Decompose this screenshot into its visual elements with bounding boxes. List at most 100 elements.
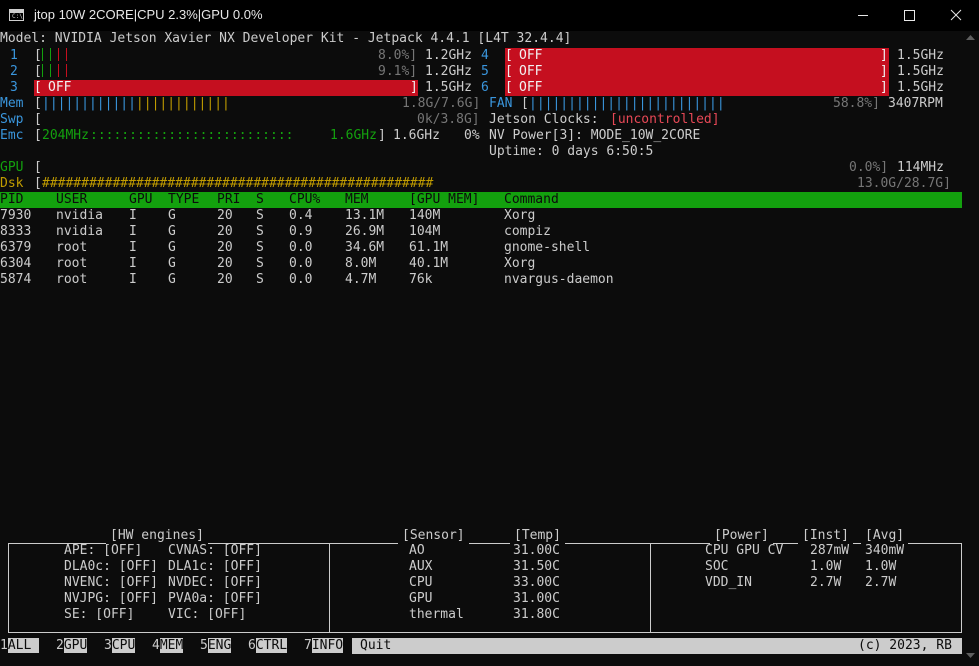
cpu-off-bar-close: ] (880, 80, 888, 95)
cell-user: root (56, 240, 88, 255)
col-pid[interactable]: PID (0, 192, 23, 208)
col-state[interactable]: S (256, 192, 264, 208)
col-gpu[interactable]: GPU (129, 192, 152, 208)
cell-command: Xorg (504, 256, 536, 271)
cpu-num: 4 (481, 48, 489, 63)
cpu-off-bar (34, 80, 418, 96)
maximize-button[interactable] (886, 0, 932, 31)
tab-key: 1 (0, 638, 8, 653)
cell-state: S (256, 224, 264, 239)
col-command[interactable]: Command (504, 192, 559, 208)
cell-state: S (256, 272, 264, 287)
cpu-num: 6 (481, 80, 489, 95)
cpu-num: 3 (10, 80, 18, 95)
cell-pid: 7930 (0, 208, 32, 223)
sensor-temp: 31.00C (513, 543, 560, 558)
dsk-value: 13.0G/28.7G] (857, 176, 951, 191)
power-rail: CPU GPU CV (705, 543, 784, 558)
cpu-off-bar-open: [ (505, 80, 513, 95)
cpu2-bar-fill (50, 64, 51, 77)
col-pri[interactable]: PRI (217, 192, 240, 208)
cell-mem: 13.1M (345, 208, 385, 223)
cell-gpu-mem: 61.1M (409, 240, 449, 255)
cpu-off-bar-close: ] (880, 48, 888, 63)
tab-label: ENG (207, 638, 232, 653)
tab-all[interactable]: 1ALL (0, 638, 48, 654)
cell-user: root (56, 256, 88, 271)
cell-type: G (168, 208, 176, 223)
quit-label: Quit (360, 638, 392, 653)
cell-type: G (168, 272, 176, 287)
cell-type: G (168, 240, 176, 255)
col-type[interactable]: TYPE (168, 192, 199, 208)
tab-info[interactable]: 7INFO (296, 638, 352, 654)
scrollbar[interactable] (962, 31, 979, 662)
cpu-off-bar (505, 64, 889, 80)
cell-gpu: I (129, 224, 137, 239)
cell-gpu: I (129, 208, 137, 223)
tab-key: 5 (200, 638, 208, 653)
cell-pid: 5874 (0, 272, 32, 287)
cell-pri: 20 (217, 256, 233, 271)
col-user[interactable]: USER (56, 192, 87, 208)
mem-bar: |||||||||||||||||||||||| (42, 96, 230, 111)
minimize-button[interactable] (840, 0, 886, 31)
terminal[interactable]: Model: NVIDIA Jetson Xavier NX Developer… (0, 31, 979, 662)
mem-value: 1.8G/7.6G] (402, 96, 481, 111)
power-rail: SOC (705, 559, 729, 574)
power-rail: VDD_IN (705, 575, 752, 590)
tab-label: GPU (63, 638, 88, 653)
sensor-temp: 33.00C (513, 575, 560, 590)
temp-title: [Temp] (510, 528, 565, 544)
dsk-label: Dsk (0, 176, 24, 191)
tab-ctrl[interactable]: 6CTRL (240, 638, 296, 654)
cpu-num: 1 (10, 48, 18, 63)
tab-mem[interactable]: 4MEM (144, 638, 192, 654)
fan-bar: ||||||||||||||||||||||||| (529, 96, 725, 111)
window-title: jtop 10W 2CORE|CPU 2.3%|GPU 0.0% (34, 7, 263, 22)
cell-mem: 4.7M (345, 272, 377, 287)
cpu2-bar-fill (58, 64, 59, 77)
tab-key: 2 (56, 638, 64, 653)
cell-user: nvidia (56, 224, 103, 239)
tab-gpu[interactable]: 2GPU (48, 638, 96, 654)
col-cpu[interactable]: CPU% (289, 192, 320, 208)
console-icon: C:\ (9, 9, 24, 21)
cell-user: root (56, 272, 88, 287)
hw-engines-title: [HW engines] (106, 528, 208, 544)
cpu-frequency: 1.2GHz (425, 64, 472, 79)
sensor-title: [Sensor] (398, 528, 469, 544)
uptime: Uptime: 0 days 6:50:5 (489, 144, 654, 159)
col-mem[interactable]: MEM (345, 192, 368, 208)
col-gpu-mem[interactable]: [GPU MEM] (409, 192, 479, 208)
cpu2-bar-fill (42, 64, 43, 77)
avg-title: [Avg] (861, 528, 909, 544)
tab-cpu[interactable]: 3CPU (96, 638, 144, 654)
fan-percent: 58.8%] (833, 96, 880, 111)
sensor-name: AUX (409, 559, 433, 574)
cpu-bar-open: [ (34, 64, 42, 79)
hw-engine-cvnas: CVNAS: [OFF] (168, 543, 262, 558)
hw-engine-dla0c: DLA0c: [OFF] (64, 559, 158, 574)
cpu-bar-open: [ (34, 48, 42, 63)
minimize-icon (858, 15, 868, 16)
window-title-bar[interactable]: C:\ jtop 10W 2CORE|CPU 2.3%|GPU 0.0% (0, 0, 979, 31)
footer-bar: 1ALL 2GPU 3CPU 4MEM 5ENG 6CTRL 7INFO Qui… (0, 638, 979, 655)
dsk-bar-open: [ (34, 176, 42, 191)
tab-label: INFO (311, 638, 344, 653)
swp-bar-open: [ (34, 112, 42, 127)
cell-state: S (256, 256, 264, 271)
maximize-icon (904, 10, 915, 21)
sensor-name: AO (409, 543, 425, 558)
cpu-off-bar-open: [ (505, 64, 513, 79)
cell-state: S (256, 208, 264, 223)
cell-cpu: 0.0 (289, 272, 313, 287)
cpu1-bar-fill (42, 48, 43, 61)
close-button[interactable] (933, 0, 979, 31)
tab-eng[interactable]: 5ENG (192, 638, 240, 654)
jetson-clocks-value: [uncontrolled] (610, 112, 720, 127)
cell-type: G (168, 256, 176, 271)
cpu1-bar-fill (58, 48, 59, 61)
cpu-off-label: OFF (519, 80, 543, 95)
hw-engine-nvjpg: NVJPG: [OFF] (64, 591, 158, 606)
